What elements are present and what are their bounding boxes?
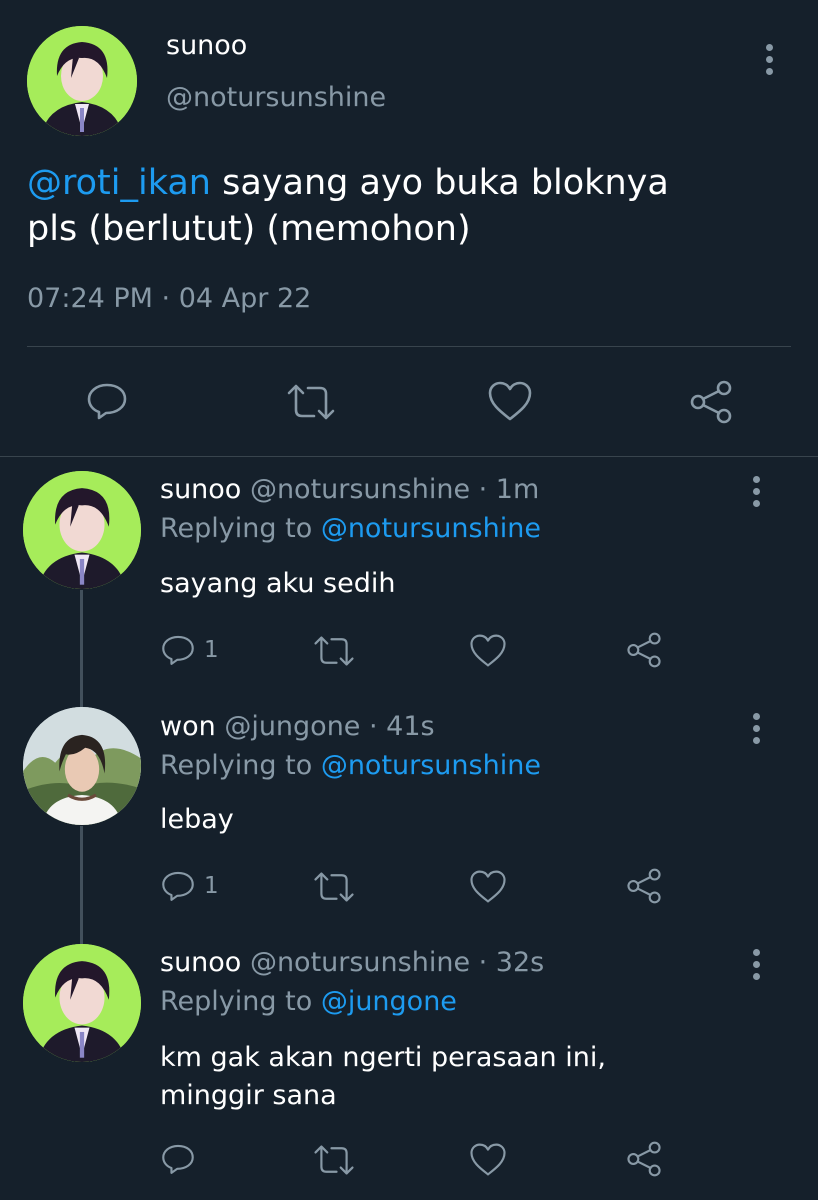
like-button[interactable] xyxy=(469,633,507,668)
retweet-button[interactable] xyxy=(313,1143,355,1177)
replying-to-prefix: Replying to xyxy=(160,986,321,1017)
replying-to-prefix: Replying to xyxy=(160,513,321,544)
reply-button[interactable]: 1 xyxy=(160,868,219,904)
reply-button[interactable] xyxy=(85,379,129,423)
display-name[interactable]: sunoo xyxy=(160,947,241,978)
display-name[interactable]: won xyxy=(160,711,216,742)
like-icon xyxy=(470,870,506,903)
reply-text-line: km gak akan ngerti perasaan ini, xyxy=(160,1042,606,1073)
replying-to: Replying to @jungone xyxy=(160,986,457,1017)
avatar[interactable] xyxy=(23,707,141,825)
reply-icon xyxy=(162,1144,194,1174)
share-button[interactable] xyxy=(625,868,663,904)
replying-to: Replying to @notursunshine xyxy=(160,750,541,781)
avatar[interactable] xyxy=(27,26,137,136)
replying-to-link[interactable]: @notursunshine xyxy=(321,750,541,781)
reply-text: lebay xyxy=(160,802,234,838)
reply-text-line: lebay xyxy=(160,804,234,835)
share-button[interactable] xyxy=(625,632,663,668)
display-name[interactable]: sunoo xyxy=(166,30,247,61)
share-icon xyxy=(627,632,661,668)
retweet-button[interactable] xyxy=(313,870,355,904)
reply-button[interactable]: 1 xyxy=(160,632,219,668)
more-icon[interactable] xyxy=(766,44,773,80)
reply-count: 1 xyxy=(204,873,219,899)
retweet-icon xyxy=(314,636,354,666)
reply-text-line: sayang aku sedih xyxy=(160,568,396,599)
reply-header: sunoo @notursunshine · 32s xyxy=(160,947,544,978)
tweet-text-line: sayang ayo buka bloknya xyxy=(211,163,669,203)
retweet-button[interactable] xyxy=(286,382,336,422)
tweet-timestamp[interactable]: 07:24 PM · 04 Apr 22 xyxy=(27,283,311,314)
like-icon xyxy=(488,381,532,421)
share-icon xyxy=(627,1141,661,1177)
reply-header: sunoo @notursunshine · 1m xyxy=(160,474,539,505)
avatar[interactable] xyxy=(23,944,141,1062)
more-icon[interactable] xyxy=(753,949,760,985)
thread-line xyxy=(80,826,83,944)
avatar[interactable] xyxy=(23,471,141,589)
reply-text: sayang aku sedih xyxy=(160,566,395,602)
divider xyxy=(27,346,791,347)
reply-text: km gak akan ngerti perasaan ini, minggir… xyxy=(160,1039,606,1115)
handle-and-time[interactable]: @jungone · 41s xyxy=(224,711,434,742)
tweet-text: @roti_ikan sayang ayo buka bloknya pls (… xyxy=(27,160,669,252)
user-handle[interactable]: @notursunshine xyxy=(166,82,386,113)
like-button[interactable] xyxy=(487,380,533,422)
replying-to-prefix: Replying to xyxy=(160,750,321,781)
reply-text-line: minggir sana xyxy=(160,1080,337,1111)
reply-icon xyxy=(162,871,194,901)
more-icon[interactable] xyxy=(753,713,760,749)
tweet-text-line: pls (berlutut) (memohon) xyxy=(27,209,471,249)
reply-header: won @jungone · 41s xyxy=(160,711,435,742)
like-button[interactable] xyxy=(469,869,507,904)
handle-and-time[interactable]: @notursunshine · 1m xyxy=(250,474,539,505)
retweet-button[interactable] xyxy=(313,634,355,668)
more-icon[interactable] xyxy=(753,476,760,512)
replying-to-link[interactable]: @notursunshine xyxy=(321,513,541,544)
like-icon xyxy=(470,1143,506,1176)
retweet-icon xyxy=(314,872,354,902)
replying-to-link[interactable]: @jungone xyxy=(321,986,457,1017)
share-button[interactable] xyxy=(625,1141,663,1177)
like-button[interactable] xyxy=(469,1142,507,1177)
reply-count: 1 xyxy=(204,637,219,663)
retweet-icon xyxy=(314,1145,354,1175)
retweet-icon xyxy=(287,384,335,420)
share-icon xyxy=(690,380,732,424)
reply-icon xyxy=(162,635,194,665)
reply-button[interactable] xyxy=(160,1141,196,1177)
display-name[interactable]: sunoo xyxy=(160,474,241,505)
mention-link[interactable]: @roti_ikan xyxy=(27,163,211,203)
share-icon xyxy=(627,868,661,904)
like-icon xyxy=(470,634,506,667)
reply-icon xyxy=(87,383,127,420)
thread-line xyxy=(80,590,83,708)
handle-and-time[interactable]: @notursunshine · 32s xyxy=(250,947,544,978)
replying-to: Replying to @notursunshine xyxy=(160,513,541,544)
divider xyxy=(0,456,818,457)
share-button[interactable] xyxy=(688,380,734,424)
